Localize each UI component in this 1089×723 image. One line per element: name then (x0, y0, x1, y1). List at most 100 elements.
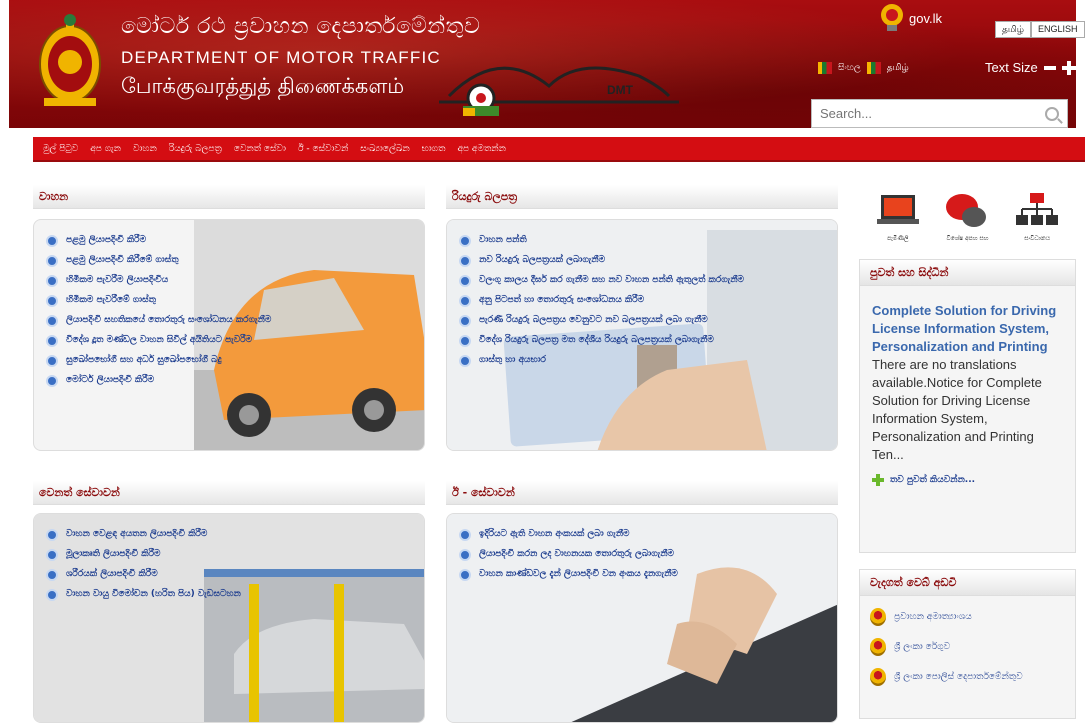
text-size-control: Text Size (985, 60, 1076, 75)
read-more-link[interactable]: තව පුවත් කියවන්න... (860, 464, 1075, 496)
complaints-link[interactable]: පැමිණිලි (875, 191, 921, 243)
nav-vehicles[interactable]: වාහන (127, 144, 163, 154)
bullet-icon (46, 529, 58, 541)
decrease-text-icon[interactable] (1043, 65, 1056, 70)
sri-lanka-emblem-icon (39, 14, 101, 106)
bullet-icon (46, 295, 58, 307)
title-sinhala: මෝටර් රථ ප්‍රවාහන දෙපාර්තමේන්තුව (121, 14, 481, 39)
quick-icons: පැමිණිලි විශේෂ අපහ සහ සංවිධානය (859, 185, 1076, 243)
licenses-section-title: රියදුරු බලපත්‍ර (446, 185, 838, 209)
licenses-list: වාහන පන්ති නව රියදුරු බලපත්‍රයක් ලබාගැනී… (459, 234, 819, 374)
dmt-logo-icon: DMT (439, 66, 679, 116)
search-icon[interactable] (1045, 106, 1059, 121)
english-language-button[interactable]: ENGLISH (1031, 21, 1085, 38)
list-item[interactable]: හිමිකම පැවරීම ලියාපදිංචිය (46, 274, 271, 287)
bullet-icon (459, 235, 471, 247)
bullet-icon (459, 275, 471, 287)
list-item[interactable]: ලියාපදිංචි කරන ලද වාහනයක තොරතුරු ලබාගැනී… (459, 548, 678, 561)
govlk-link[interactable]: gov.lk (879, 0, 942, 36)
bullet-icon (46, 275, 58, 287)
list-item[interactable]: පළමු ලියාපදිංචි කිරීමේ ගාස්තු (46, 254, 271, 267)
main-nav: මුල් පිටුව අප ගැන වාහන රියදුරු බලපත්‍ර ව… (33, 137, 1085, 162)
department-titles: මෝටර් රථ ප්‍රවාහන දෙපාර්තමේන්තුව DEPARTM… (121, 14, 480, 104)
list-item[interactable]: පළමු ලියාපදිංචි කිරීම (46, 234, 271, 247)
news-body: There are no translations available.Noti… (872, 357, 1042, 462)
list-item[interactable]: හිමිකම පැවරීමේ ගාස්තු (46, 294, 271, 307)
bullet-icon (46, 569, 58, 581)
list-item[interactable]: සුඛෝපභෝගී සහ අර්ධ සුඛෝපභෝගී බදු (46, 354, 271, 367)
emblem-icon (870, 638, 886, 656)
bullet-icon (46, 355, 58, 367)
speech-bubbles-icon (946, 194, 987, 227)
bullet-icon (46, 315, 58, 327)
nav-eservices[interactable]: ඊ - සේවාවන් (292, 144, 354, 154)
bullet-icon (46, 235, 58, 247)
nav-licenses[interactable]: රියදුරු බලපත්‍ර (163, 144, 228, 154)
eservices-section-title: ඊ - සේවාවන් (446, 481, 838, 505)
tamil-link[interactable]: தமிழ் (887, 63, 909, 74)
dmt-logo-text: DMT (607, 83, 634, 97)
search-input[interactable] (820, 106, 1045, 121)
tamil-language-button[interactable]: தமிழ் (995, 21, 1031, 38)
list-item[interactable]: මූලාකෘති ලියාපදිංචි කිරීම (46, 548, 241, 561)
tamil-flag-icon (866, 62, 881, 74)
list-item[interactable]: මෝටර් ලියාපදිංචි කිරීම (46, 374, 271, 387)
list-item[interactable]: ලියාපදිංචි සහතිකයේ තොරතුරු සංශෝධනය කරගැන… (46, 314, 271, 327)
bullet-icon (459, 255, 471, 267)
link-transport-ministry[interactable]: ප්‍රවාහන අමාත්‍යාංශය (860, 602, 1075, 632)
list-item[interactable]: පැරණි රියදුරු බලපත්‍රය වෙනුවට නව බලපත්‍ර… (459, 314, 819, 327)
language-links: සිංහල தமிழ் (818, 62, 909, 74)
bullet-icon (459, 529, 471, 541)
list-item[interactable]: වාහන වෙළඳ අයතන ලියාපදිංචි කිරීම (46, 528, 241, 541)
right-sidebar: පැමිණිලි විශේෂ අපහ සහ සංවිධානය පුවත් සහ … (859, 185, 1076, 719)
nav-other-services[interactable]: වෙනත් සේවා (228, 144, 292, 154)
bullet-icon (459, 549, 471, 561)
search-box (811, 99, 1068, 128)
list-item[interactable]: වාහන පන්ති (459, 234, 819, 247)
laptop-icon (876, 195, 919, 224)
list-item[interactable]: විදේශ රියදුරු බලපත්‍ර මත දේශීය රියදුරු බ… (459, 334, 819, 347)
list-item[interactable]: නව රියදුරු බලපත්‍රයක් ලබාගැනීම (459, 254, 819, 267)
feedback-link[interactable]: විශේෂ අපහ සහ (944, 191, 990, 243)
bullet-icon (46, 549, 58, 561)
organization-link[interactable]: සංවිධානය (1014, 191, 1060, 243)
sinhala-flag-icon (818, 62, 832, 74)
list-item[interactable]: ඉදිරියට ඇති වාහන අංකයක් ලබා ගැනීම (459, 528, 678, 541)
list-item[interactable]: වලංගු කාලය දීර්ඝ කර ගැනීම සහ නව වාහන පන්… (459, 274, 819, 287)
nav-statistics[interactable]: සංඛ්‍යාලේඛන (354, 144, 415, 154)
bullet-icon (459, 315, 471, 327)
nav-about[interactable]: අප ගැන (84, 144, 127, 154)
news-headline[interactable]: Complete Solution for Driving License In… (860, 286, 1075, 356)
title-english: DEPARTMENT OF MOTOR TRAFFIC (121, 48, 441, 67)
licenses-panel: වාහන පන්ති නව රියදුරු බලපත්‍රයක් ලබාගැනී… (446, 219, 838, 451)
list-item[interactable]: ශරීරයක් ලියාපදිංචි කිරීම (46, 568, 241, 581)
link-customs[interactable]: ශ්‍රී ලංකා රේගුව (860, 632, 1075, 662)
bullet-icon (459, 335, 471, 347)
org-chart-icon (1016, 193, 1059, 225)
list-item[interactable]: අනු පිටපත් හා තොරතුරු සංශෝධනය කිරීම (459, 294, 819, 307)
plus-icon (872, 474, 884, 486)
news-box: පුවත් සහ සිද්ධීන් Complete Solution for … (859, 259, 1076, 553)
news-title: පුවත් සහ සිද්ධීන් (860, 260, 1075, 286)
bullet-icon (46, 375, 58, 387)
list-item[interactable]: විදේශ දූත මණ්ඩල වාහන සිවිල් අයිතියට පැවර… (46, 334, 271, 347)
nav-contact[interactable]: අප අමතන්න (451, 144, 511, 154)
list-item[interactable]: වාහන වායු විමෝචන (හරිත පිය) වැඩසටහන (46, 588, 241, 601)
bullet-icon (46, 255, 58, 267)
increase-text-icon[interactable] (1061, 60, 1076, 75)
eservices-list: ඉදිරියට ඇති වාහන අංකයක් ලබා ගැනීම ලියාපද… (459, 528, 678, 588)
bullet-icon (459, 355, 471, 367)
nav-home[interactable]: මුල් පිටුව (37, 144, 84, 154)
list-item[interactable]: වාහන කාණ්ඩවල දැන් ලියාපදිංචි වන අංකය දැන… (459, 568, 678, 581)
text-size-label: Text Size (985, 60, 1038, 75)
bullet-icon (46, 335, 58, 347)
govlk-label: gov.lk (909, 10, 942, 26)
title-tamil: போக்குவரத்துத் திணைக்களம் (121, 74, 405, 98)
list-item[interactable]: ගාස්තු හා අයභාර (459, 354, 819, 367)
sinhala-link[interactable]: සිංහල (838, 63, 861, 73)
bullet-icon (459, 295, 471, 307)
govlk-bulb-icon (881, 4, 903, 31)
link-police[interactable]: ශ්‍රී ලංකා පොලිස් දෙපාර්තමේන්තුව (860, 662, 1075, 692)
nav-downloads[interactable]: භාගත (416, 144, 452, 154)
other-services-list: වාහන වෙළඳ අයතන ලියාපදිංචි කිරීම මූලාකෘති… (46, 528, 241, 608)
